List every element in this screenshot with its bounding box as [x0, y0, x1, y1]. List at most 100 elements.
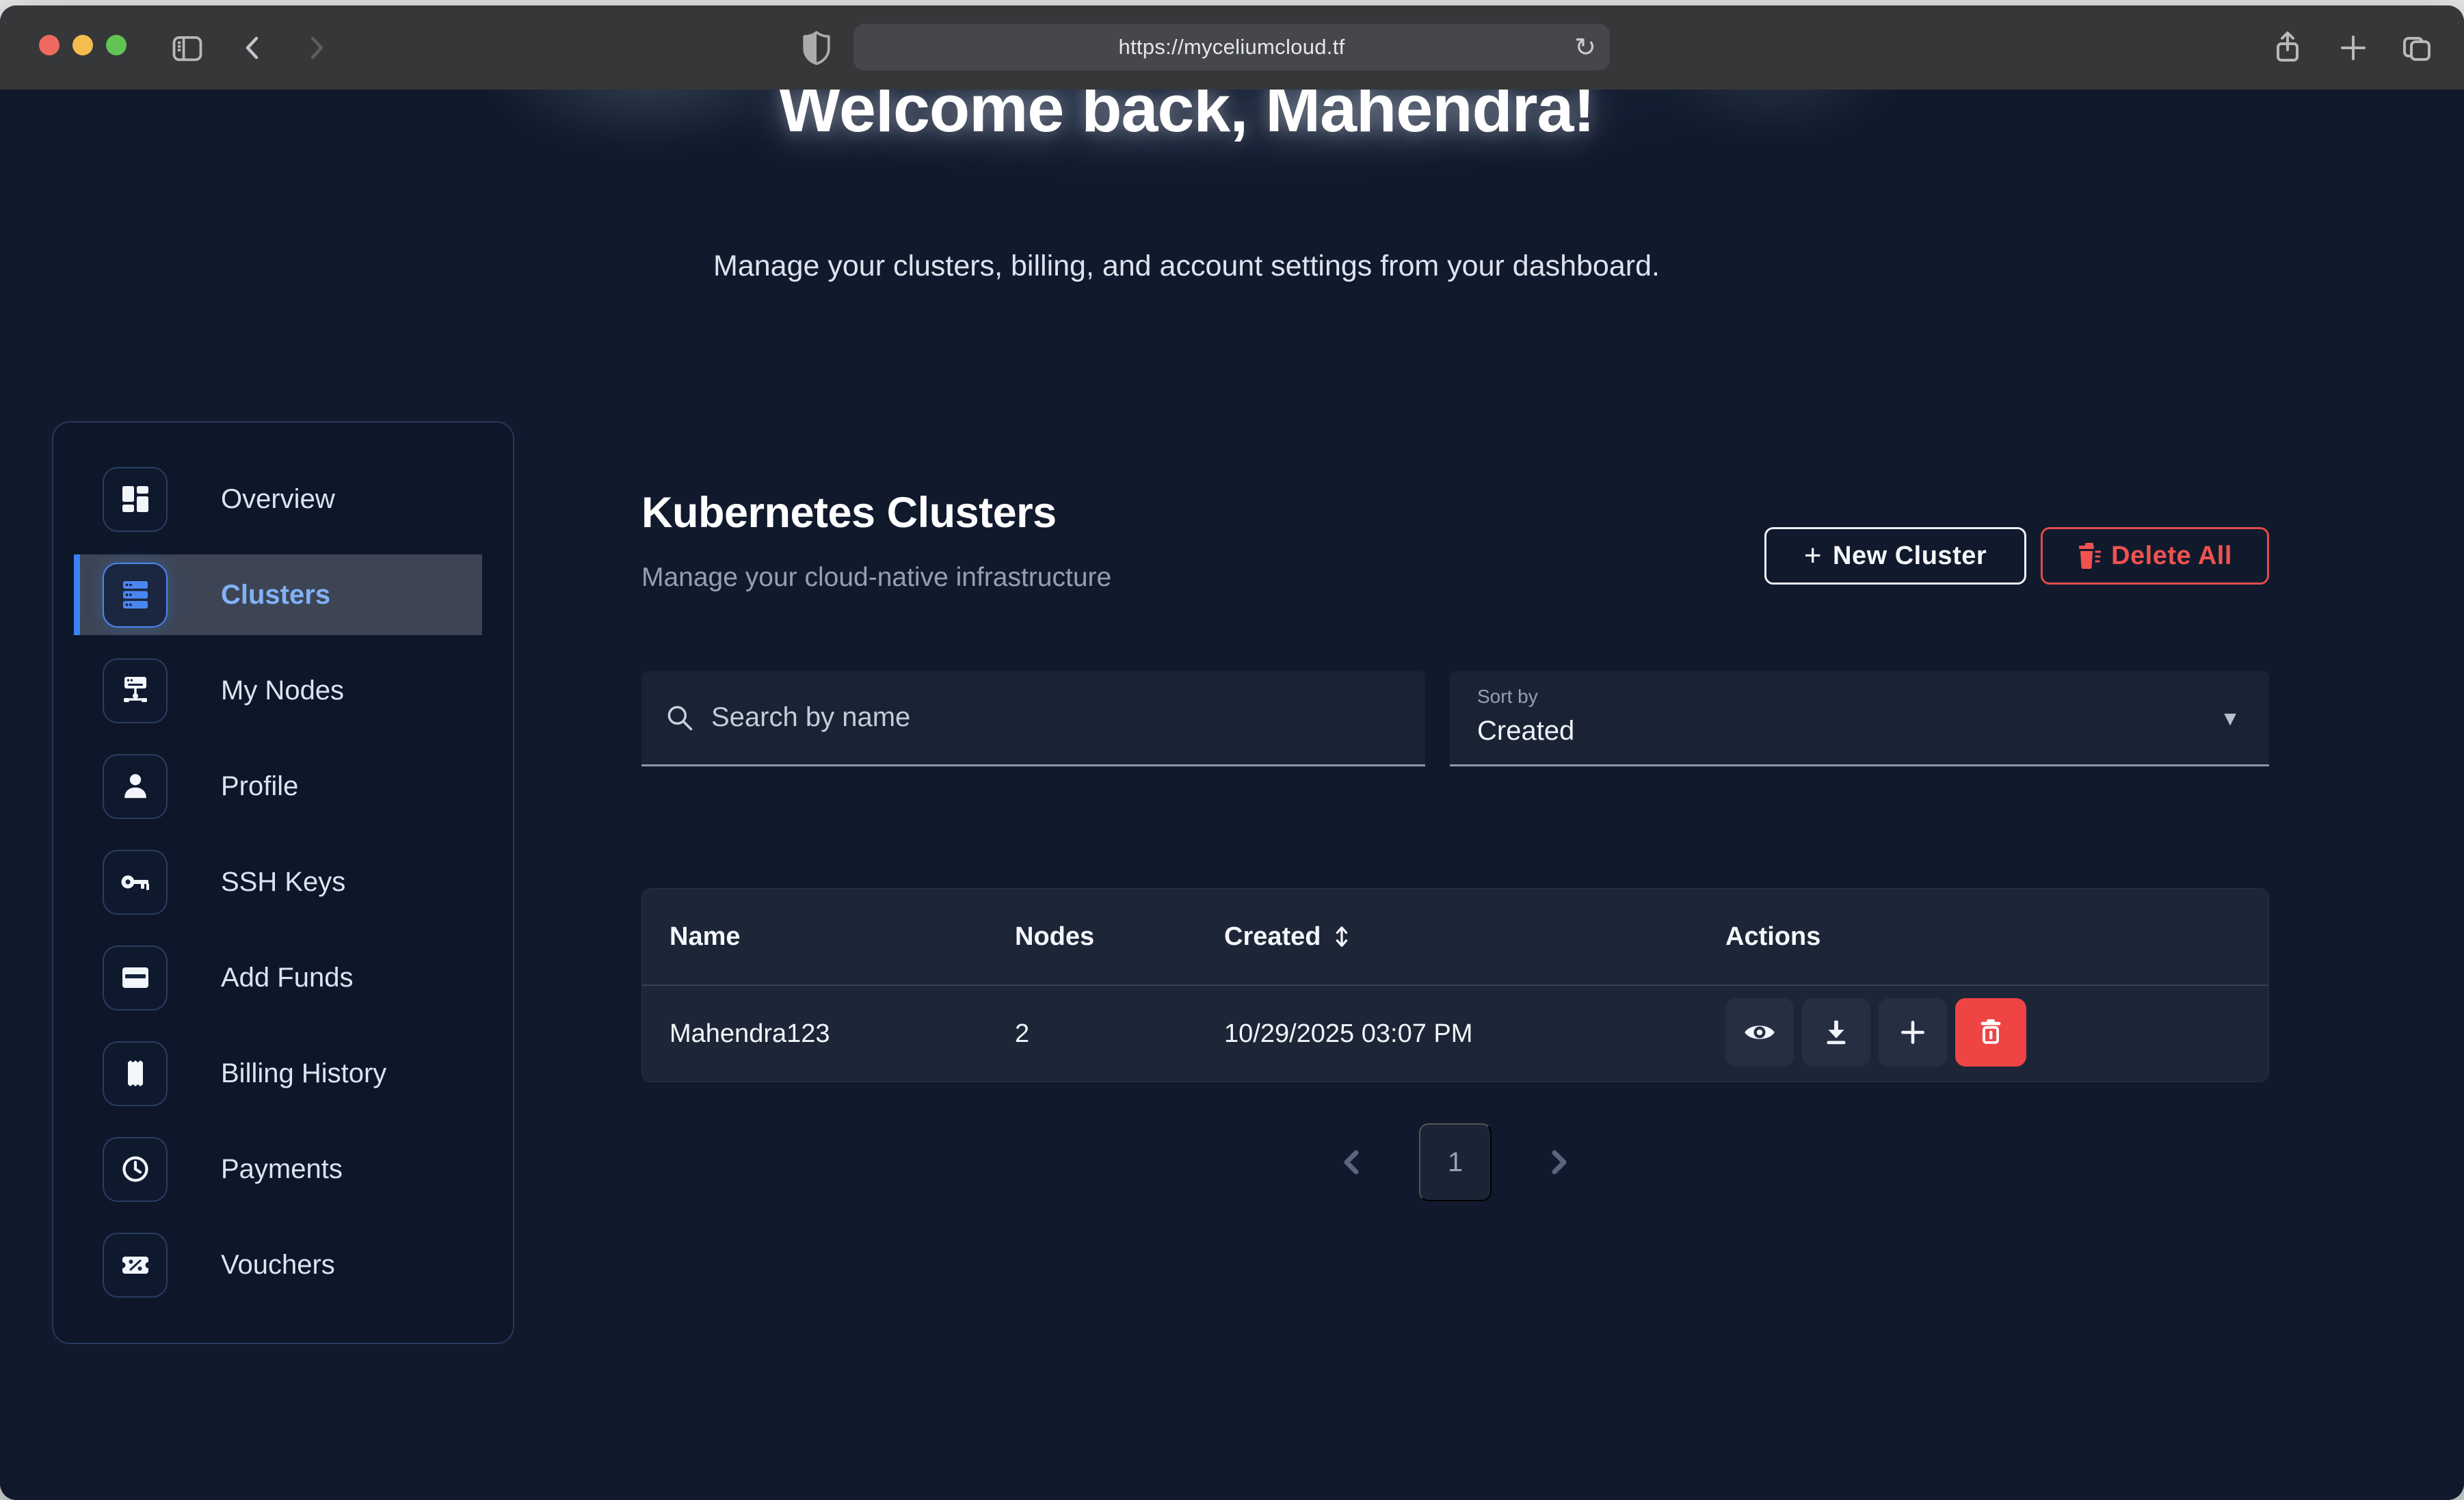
next-page-button[interactable] [1546, 1147, 1572, 1177]
sidebar-item-label: Profile [221, 771, 298, 802]
column-header-created-label: Created [1224, 922, 1321, 952]
sidebar-item-label: Payments [221, 1154, 343, 1185]
cluster-name-cell: Mahendra123 [670, 986, 830, 1082]
icon-tile [103, 563, 168, 628]
new-cluster-button[interactable]: + New Cluster [1764, 527, 2026, 585]
sidebar-item-label: My Nodes [221, 675, 344, 706]
sidebar-item-label: Clusters [221, 580, 330, 611]
dashboard-icon [119, 483, 152, 515]
sidebar-item-overview[interactable]: Overview [53, 451, 513, 547]
icon-tile [103, 1041, 168, 1106]
tabs-icon [2400, 31, 2434, 64]
icon-tile [103, 467, 168, 532]
sidebar-item-billing-history[interactable]: Billing History [53, 1026, 513, 1121]
header-actions: + New Cluster Delete All [1764, 527, 2269, 585]
cluster-created-cell: 10/29/2025 03:07 PM [1224, 986, 1472, 1082]
sidebar-item-profile[interactable]: Profile [53, 738, 513, 834]
sidebar-item-label: Vouchers [221, 1250, 335, 1281]
ticket-icon [119, 1248, 152, 1281]
column-header-nodes: Nodes [1015, 889, 1094, 985]
chevron-right-icon [302, 34, 330, 62]
clusters-table: Name Nodes Created Actions Mahendra123 2… [641, 888, 2269, 1082]
column-header-name: Name [670, 889, 741, 985]
key-icon [118, 865, 153, 899]
search-field [641, 671, 1425, 766]
column-header-created[interactable]: Created [1224, 889, 1352, 985]
share-icon [2271, 30, 2304, 66]
url-bar[interactable]: https://myceliumcloud.tf ↻ [853, 24, 1610, 70]
pagination: 1 [641, 1123, 2269, 1201]
page-content: Welcome back, Mahendra! Manage your clus… [0, 90, 2464, 1500]
search-input[interactable] [710, 701, 1383, 734]
delete-all-button[interactable]: Delete All [2041, 527, 2269, 585]
browser-chrome: https://myceliumcloud.tf ↻ [0, 5, 2464, 90]
zoom-window-button[interactable] [106, 35, 127, 55]
sidebar: Overview Clusters My Nodes [52, 421, 514, 1344]
icon-tile [103, 658, 168, 723]
minimize-window-button[interactable] [72, 35, 93, 55]
main-panel: Kubernetes Clusters Manage your cloud-na… [641, 90, 2269, 1500]
shield-icon [799, 29, 834, 67]
back-button[interactable] [237, 5, 269, 90]
icon-tile [103, 946, 168, 1010]
chevron-left-icon [1338, 1147, 1364, 1177]
plus-icon: + [1804, 541, 1822, 571]
search-icon [665, 703, 695, 733]
url-text: https://myceliumcloud.tf [1118, 35, 1344, 59]
page-title: Kubernetes Clusters [641, 488, 1057, 537]
view-cluster-button[interactable] [1725, 998, 1794, 1067]
chevron-right-icon [1546, 1147, 1572, 1177]
row-actions [1725, 998, 2026, 1067]
sidebar-item-my-nodes[interactable]: My Nodes [53, 643, 513, 738]
browser-window: https://myceliumcloud.tf ↻ Welcome back,… [0, 5, 2464, 1500]
screenshot-root: https://myceliumcloud.tf ↻ Welcome back,… [0, 0, 2464, 1500]
sidebar-item-label: Overview [221, 484, 335, 515]
sidebar-item-vouchers[interactable]: Vouchers [53, 1217, 513, 1313]
node-rack-icon [118, 673, 153, 708]
sidebar-item-clusters[interactable]: Clusters [53, 547, 513, 643]
previous-page-button[interactable] [1338, 1147, 1364, 1177]
sidebar-item-add-funds[interactable]: Add Funds [53, 930, 513, 1026]
servers-icon [118, 578, 153, 612]
icon-tile [103, 1137, 168, 1202]
close-window-button[interactable] [39, 35, 59, 55]
sidebar-toggle-icon [170, 30, 205, 66]
forward-button[interactable] [300, 5, 332, 90]
icon-tile [103, 850, 168, 915]
chevron-left-icon [239, 34, 267, 62]
icon-tile [103, 1233, 168, 1298]
page-subtitle: Manage your cloud-native infrastructure [641, 563, 1111, 593]
add-node-button[interactable] [1879, 998, 1947, 1067]
sidebar-item-payments[interactable]: Payments [53, 1121, 513, 1217]
sidebar-item-label: Billing History [221, 1058, 386, 1089]
clock-icon [119, 1153, 152, 1186]
credit-card-icon [119, 961, 152, 994]
share-button[interactable] [2268, 5, 2307, 90]
plus-icon [1898, 1017, 1928, 1047]
download-kubeconfig-button[interactable] [1802, 998, 1870, 1067]
privacy-shield-button[interactable] [796, 5, 837, 90]
receipt-icon [119, 1057, 152, 1090]
trash-icon [1975, 1017, 2006, 1048]
sort-select[interactable]: Sort by Created ▼ [1450, 671, 2269, 766]
column-header-actions: Actions [1725, 889, 1820, 985]
show-tabs-button[interactable] [2396, 5, 2437, 90]
sidebar-toggle-button[interactable] [168, 5, 207, 90]
sidebar-item-label: SSH Keys [221, 867, 345, 898]
sort-value: Created [1477, 716, 1574, 747]
delete-cluster-button[interactable] [1955, 998, 2026, 1067]
sidebar-item-label: Add Funds [221, 963, 353, 993]
reload-button[interactable]: ↻ [1574, 24, 1596, 70]
download-icon [1820, 1017, 1852, 1048]
sidebar-item-ssh-keys[interactable]: SSH Keys [53, 834, 513, 930]
user-icon [120, 771, 151, 802]
current-page-button[interactable]: 1 [1419, 1123, 1492, 1201]
icon-tile [103, 754, 168, 819]
reload-icon: ↻ [1574, 32, 1596, 63]
sort-label: Sort by [1477, 686, 1538, 708]
new-cluster-label: New Cluster [1833, 541, 1987, 571]
delete-all-label: Delete All [2111, 541, 2232, 571]
trash-icon [2078, 543, 2101, 569]
sort-updown-icon [1332, 924, 1352, 950]
new-tab-button[interactable] [2333, 5, 2373, 90]
